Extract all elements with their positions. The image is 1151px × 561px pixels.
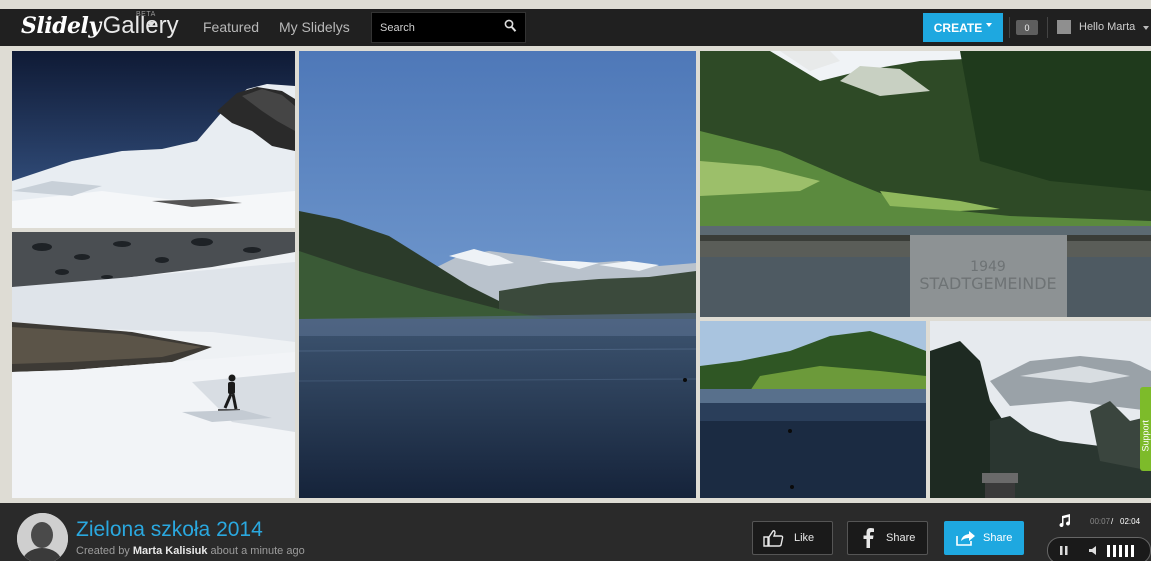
photo-lake-small[interactable] [700,321,926,498]
share-label: Share [983,532,1013,544]
notifications-badge[interactable]: 0 [1016,20,1038,35]
search-input[interactable] [380,21,500,35]
top-bar: Slidely Gallery BETA Featured My Slidely… [0,9,1151,46]
create-label: CREATE [933,20,983,35]
volume-icon[interactable] [1089,546,1097,555]
share-arrow-icon [956,531,975,546]
user-menu-caret-down-icon[interactable] [1143,26,1149,30]
player-controls [1047,537,1151,561]
photo-mountain-peak[interactable] [12,51,295,228]
created-prefix: Created by [76,545,130,557]
support-tab[interactable]: Support [1140,387,1151,471]
like-label: Like [794,532,815,544]
create-button[interactable]: CREATE [923,13,1003,42]
search-icon[interactable] [504,19,517,33]
support-label: Support [1140,419,1151,452]
share-button[interactable]: Share [944,521,1024,555]
time-separator: / [1111,517,1114,526]
author-avatar[interactable] [17,513,68,561]
photo-foggy-forest[interactable] [930,321,1151,498]
thumbs-up-icon [763,530,784,547]
divider [1009,17,1010,38]
bottom-bar: Zielona szkoła 2014 Created by Marta Kal… [0,503,1151,561]
photo-skier-slope[interactable] [12,232,295,498]
logo-slidely: Slidely [21,13,101,39]
nav-my-slidelys[interactable]: My Slidelys [279,19,350,35]
facebook-icon [863,528,874,548]
search-box [371,12,526,43]
app-root: Slidely Gallery BETA Featured My Slidely… [0,0,1151,561]
photo-valley-railing[interactable]: STADTGEMEINDE 1949 [700,51,1151,317]
time-total: 02:04 [1120,517,1141,526]
created-by-line: Created by Marta Kalisiuk about a minute… [76,545,305,557]
nav-featured[interactable]: Featured [203,19,259,35]
svg-text:1949: 1949 [970,259,1006,275]
author-name[interactable]: Marta Kalisiuk [133,545,208,557]
time-current: 00:07 [1090,517,1111,526]
beta-badge: BETA [136,11,156,18]
user-avatar[interactable] [1057,20,1071,34]
like-button[interactable]: Like [752,521,833,555]
volume-level-bars[interactable] [1107,545,1135,557]
created-time: about a minute ago [210,545,305,557]
caret-down-icon [986,22,993,27]
slideshow-title: Zielona szkoła 2014 [76,518,263,541]
svg-text:STADTGEMEINDE: STADTGEMEINDE [919,274,1056,293]
user-greeting[interactable]: Hello Marta [1079,21,1135,33]
music-note-icon[interactable] [1059,514,1071,527]
facebook-share-label: Share [886,532,916,544]
pause-icon[interactable] [1060,546,1068,555]
facebook-share-button[interactable]: Share [847,521,928,555]
divider [1047,17,1048,38]
gallery-caret-down-icon[interactable] [147,22,155,27]
photo-mountain-lake[interactable] [299,51,696,498]
